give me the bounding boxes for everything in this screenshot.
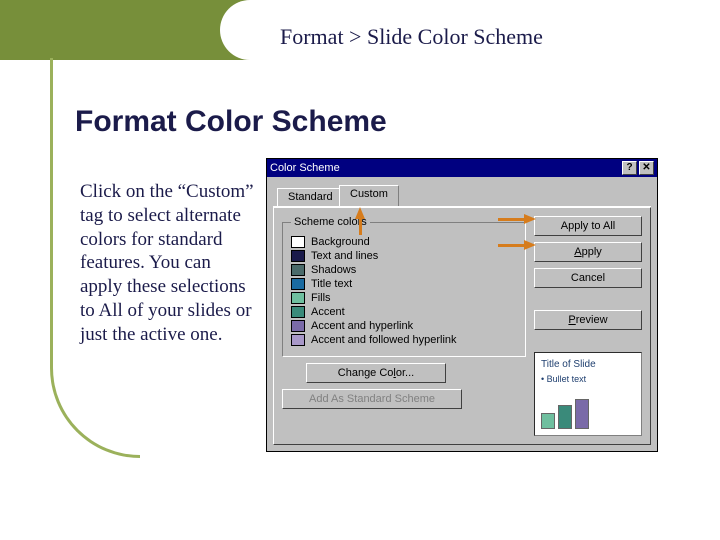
apply-button[interactable]: Apply [534,242,642,262]
help-button[interactable]: ? [622,161,637,175]
preview-chart [541,397,635,429]
preview-bar [558,405,572,429]
swatch-row[interactable]: Accent and hyperlink [291,320,517,332]
callout-arrow-apply-all [524,214,536,224]
swatch-label: Text and lines [311,250,378,262]
color-swatch[interactable] [291,278,305,290]
breadcrumb: Format > Slide Color Scheme [280,24,543,50]
color-swatch[interactable] [291,250,305,262]
preview-title: Title of Slide [541,359,635,370]
swatch-label: Accent [311,306,345,318]
color-swatch[interactable] [291,306,305,318]
preview-button[interactable]: Preview [534,310,642,330]
apply-to-all-button[interactable]: Apply to All [534,216,642,236]
swatch-row[interactable]: Accent and followed hyperlink [291,334,517,346]
preview-bar [575,399,589,429]
color-scheme-dialog: Color Scheme ? ✕ Standard Custom Scheme … [266,158,658,452]
description-text: Click on the “Custom” tag to select alte… [80,180,255,346]
color-swatch[interactable] [291,320,305,332]
dialog-title: Color Scheme [270,162,340,174]
add-standard-scheme-button[interactable]: Add As Standard Scheme [282,389,462,409]
scheme-colors-group: Scheme colors BackgroundText and linesSh… [282,216,526,357]
swatch-row[interactable]: Text and lines [291,250,517,262]
tab-custom[interactable]: Custom [339,185,399,206]
swatch-label: Shadows [311,264,356,276]
swatch-label: Accent and hyperlink [311,320,413,332]
swatch-row[interactable]: Title text [291,278,517,290]
cancel-button[interactable]: Cancel [534,268,642,288]
preview-thumbnail: Title of Slide • Bullet text [534,352,642,436]
color-swatch[interactable] [291,292,305,304]
tab-standard[interactable]: Standard [277,188,344,207]
callout-arrow-custom-tab [355,207,365,219]
color-swatch[interactable] [291,236,305,248]
dialog-titlebar[interactable]: Color Scheme ? ✕ [267,159,657,177]
preview-bar [541,413,555,429]
callout-arrow-apply [524,240,536,250]
slide-accent-corner [0,0,250,60]
swatch-label: Accent and followed hyperlink [311,334,457,346]
close-button[interactable]: ✕ [639,161,654,175]
tabs: Standard Custom [273,185,651,207]
color-swatch[interactable] [291,334,305,346]
swatch-label: Background [311,236,370,248]
swatch-row[interactable]: Shadows [291,264,517,276]
swatch-label: Fills [311,292,331,304]
color-swatch[interactable] [291,264,305,276]
change-color-button[interactable]: Change Color... [306,363,446,383]
preview-bullet: • Bullet text [541,374,635,384]
page-title: Format Color Scheme [75,105,387,139]
tab-pane-custom: Scheme colors BackgroundText and linesSh… [273,207,651,445]
swatch-row[interactable]: Background [291,236,517,248]
swatch-label: Title text [311,278,352,290]
swatch-row[interactable]: Accent [291,306,517,318]
swatch-row[interactable]: Fills [291,292,517,304]
